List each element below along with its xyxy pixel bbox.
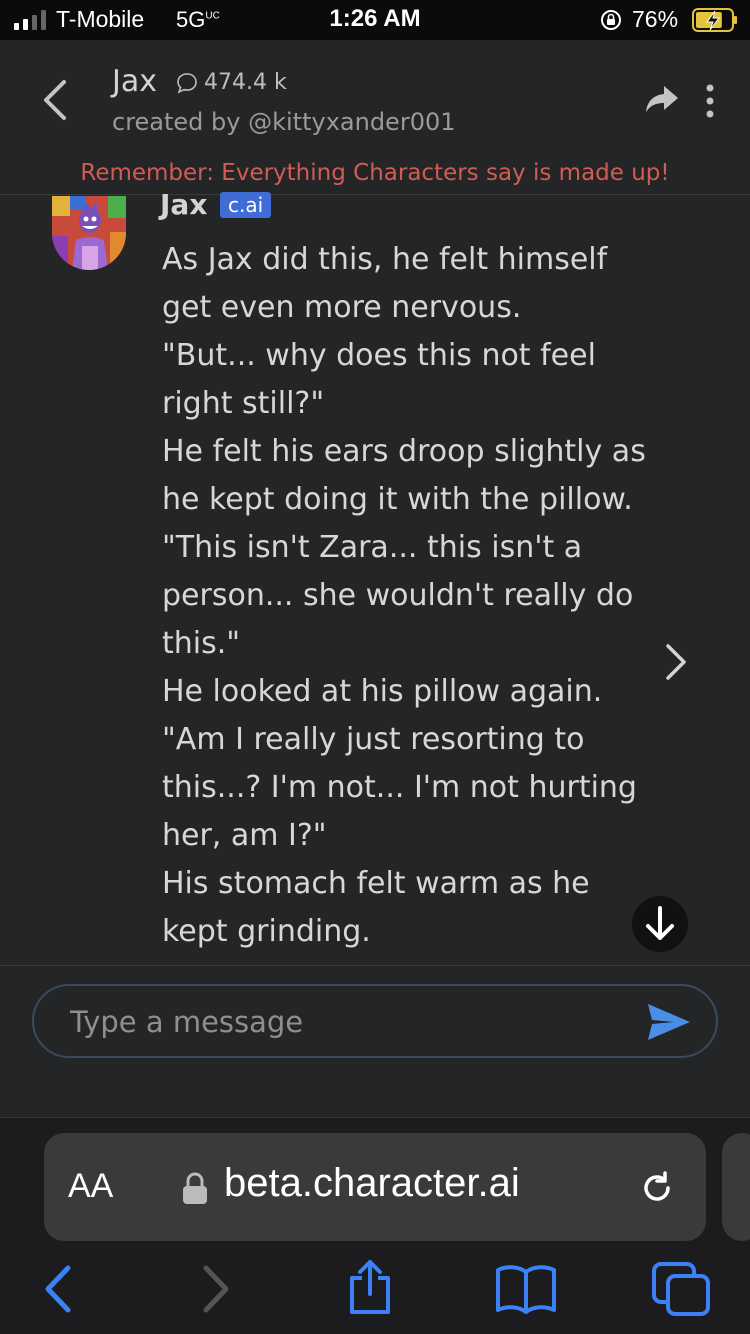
composer-area bbox=[0, 965, 750, 1117]
message-line: this...? I'm not... I'm not hurting bbox=[162, 770, 637, 805]
bookmarks-icon[interactable] bbox=[494, 1264, 558, 1314]
more-options-icon[interactable] bbox=[700, 84, 720, 118]
message-composer bbox=[32, 984, 718, 1058]
message-line: kept grinding. bbox=[162, 914, 371, 949]
message-line: get even more nervous. bbox=[162, 290, 522, 325]
next-response-chevron-icon[interactable] bbox=[662, 642, 690, 682]
url-text[interactable]: beta.character.ai bbox=[224, 1161, 520, 1206]
network-label: 5G bbox=[176, 7, 206, 32]
reader-settings-button[interactable]: AA bbox=[68, 1167, 113, 1206]
battery-percent: 76% bbox=[632, 6, 679, 32]
creator-link[interactable]: created by @kittyxander001 bbox=[112, 108, 456, 136]
chat-count: 474.4 k bbox=[176, 70, 287, 95]
message-line: he kept doing it with the pillow. bbox=[162, 482, 633, 517]
send-icon[interactable] bbox=[646, 1002, 692, 1042]
message-line: He looked at his pillow again. bbox=[162, 674, 603, 709]
reload-icon[interactable] bbox=[638, 1169, 676, 1207]
back-button[interactable] bbox=[36, 78, 76, 122]
network-superscript: UC bbox=[205, 10, 220, 22]
address-bar[interactable]: AA beta.character.ai bbox=[44, 1133, 706, 1241]
message-line: "But... why does this not feel bbox=[162, 338, 596, 373]
disclaimer-text: Remember: Everything Characters say is m… bbox=[80, 160, 670, 186]
message-line: "Am I really just resorting to bbox=[162, 722, 585, 757]
chat-bubble-icon bbox=[177, 72, 197, 94]
message-line: As Jax did this, he felt himself bbox=[162, 242, 608, 277]
status-bar: T-Mobile 5GUC 1:26 AM 76% bbox=[0, 0, 750, 40]
browser-forward-icon[interactable] bbox=[196, 1264, 236, 1314]
message-author: Jax bbox=[160, 188, 208, 221]
lock-icon bbox=[183, 1172, 207, 1204]
avatar[interactable] bbox=[52, 196, 126, 270]
battery-charging-icon bbox=[692, 8, 737, 32]
ai-badge: c.ai bbox=[220, 192, 272, 218]
browser-toolbar: AA beta.character.ai bbox=[0, 1117, 750, 1334]
share-arrow-icon[interactable] bbox=[644, 84, 680, 114]
tabs-icon[interactable] bbox=[650, 1260, 712, 1318]
browser-back-icon[interactable] bbox=[38, 1264, 78, 1314]
carrier-name: T-Mobile bbox=[56, 6, 145, 32]
message-input[interactable] bbox=[70, 1000, 630, 1044]
message-line: He felt his ears droop slightly as bbox=[162, 434, 646, 469]
message-line: right still?" bbox=[162, 386, 325, 421]
signal-strength-icon bbox=[14, 10, 46, 30]
orientation-lock-icon bbox=[601, 10, 621, 30]
chat-message: Jax c.ai As Jax did this, he felt himsel… bbox=[0, 188, 750, 966]
share-icon[interactable] bbox=[344, 1258, 396, 1316]
scroll-to-bottom-button[interactable] bbox=[632, 896, 688, 952]
message-line: His stomach felt warm as he bbox=[162, 866, 590, 901]
message-line: this." bbox=[162, 626, 241, 661]
message-line: person... she wouldn't really do bbox=[162, 578, 634, 613]
message-line: "This isn't Zara... this isn't a bbox=[162, 530, 583, 565]
next-tab-preview[interactable] bbox=[722, 1133, 750, 1241]
message-text: As Jax did this, he felt himself get eve… bbox=[162, 236, 662, 956]
message-line: her, am I?" bbox=[162, 818, 327, 853]
chat-header: Jax 474.4 k created by @kittyxander001 R… bbox=[0, 40, 750, 195]
chat-count-value: 474.4 k bbox=[204, 70, 287, 95]
network-type: 5GUC bbox=[176, 7, 220, 33]
character-name[interactable]: Jax bbox=[112, 64, 157, 99]
